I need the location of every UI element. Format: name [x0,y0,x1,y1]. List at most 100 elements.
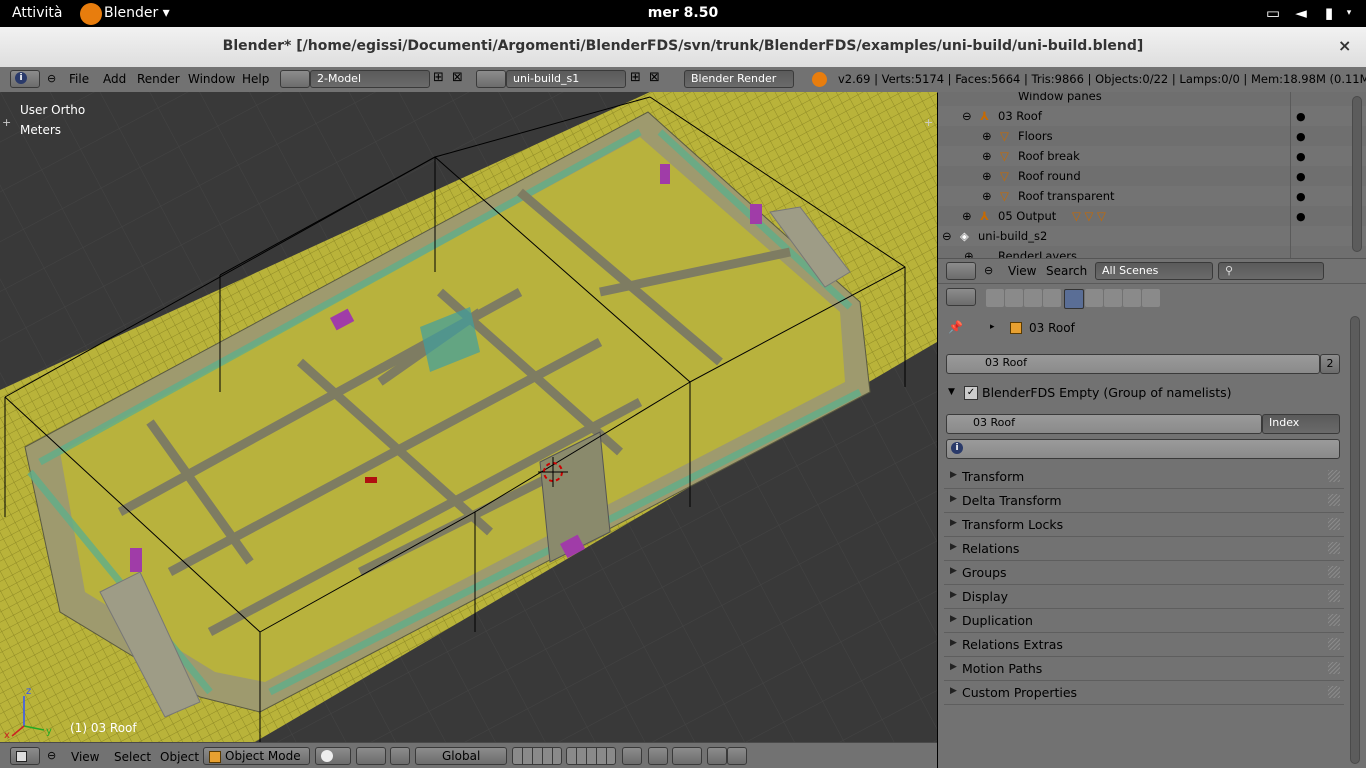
screen-layout-icon[interactable] [280,70,310,88]
tab-physics[interactable] [1142,289,1160,307]
editor-type-button[interactable]: i [10,70,40,88]
menu-view[interactable]: View [1008,264,1036,278]
expand-icon[interactable]: ⊕ [982,189,992,203]
collapse-menu-icon[interactable]: ⊖ [47,72,56,85]
visibility-eye-icon[interactable]: ● [1296,210,1306,223]
panel-transform[interactable]: ▶ Transform [944,466,1344,489]
outliner[interactable]: Window panes ⊖ ⅄ 03 Roof ⊕ ▽ Floors ⊕ ▽ … [938,92,1366,258]
panel-transform-locks[interactable]: ▶ Transform Locks [944,514,1344,537]
expand-icon[interactable]: ⊖ [942,229,952,243]
pin-icon[interactable]: 📌 [948,320,963,334]
editor-type-button[interactable] [10,747,40,765]
drag-grip-icon[interactable] [1328,662,1340,674]
proportional-edit-button[interactable] [648,747,668,765]
visibility-eye-icon[interactable]: ● [1296,110,1306,123]
scene-field[interactable]: uni-build_s1 [506,70,626,88]
drag-grip-icon[interactable] [1328,638,1340,650]
drag-grip-icon[interactable] [1328,566,1340,578]
viewport-scene[interactable]: z y x [0,92,937,742]
visibility-eye-icon[interactable]: ● [1296,170,1306,183]
manipulator-toggle[interactable] [390,747,410,765]
menu-file[interactable]: File [69,72,89,86]
tab-object[interactable] [1064,289,1084,309]
display-icon[interactable]: ▭ [1264,4,1282,22]
panel-custom-properties[interactable]: ▶ Custom Properties [944,682,1344,705]
panel-relations[interactable]: ▶ Relations [944,538,1344,561]
delete-screen-icon[interactable]: ⊠ [452,70,463,85]
users-count[interactable]: 2 [1320,354,1340,374]
expand-icon[interactable]: ⊕ [962,209,972,223]
tab-world[interactable] [1043,289,1061,307]
collapse-menu-icon[interactable]: ⊖ [984,264,993,277]
render-engine-select[interactable]: Blender Render [684,70,794,88]
tab-texture[interactable] [1123,289,1141,307]
namelist-name-field[interactable]: 03 Roof [946,414,1262,434]
panel-delta-transform[interactable]: ▶ Delta Transform [944,490,1344,513]
visibility-eye-icon[interactable]: ● [1296,190,1306,203]
menu-help[interactable]: Help [242,72,269,86]
panel-display[interactable]: ▶ Display [944,586,1344,609]
chevron-down-icon[interactable]: ▾ [1340,4,1358,22]
object-name-field[interactable]: 03 Roof [946,354,1320,374]
add-screen-icon[interactable]: ⊞ [433,70,444,85]
expand-icon[interactable]: ⊕ [982,129,992,143]
tab-modifiers[interactable] [1104,289,1122,307]
drag-grip-icon[interactable] [1328,614,1340,626]
snap-toggle-button[interactable] [672,747,702,765]
transform-orientation-select[interactable]: Global [415,747,507,765]
toolshelf-toggle-icon[interactable]: + [2,116,11,129]
outliner-search-input[interactable]: ⚲ [1218,262,1324,280]
layer-buttons-group-1[interactable] [512,747,562,765]
panel-groups[interactable]: ▶ Groups [944,562,1344,585]
drag-grip-icon[interactable] [1328,494,1340,506]
add-scene-icon[interactable]: ⊞ [630,70,641,85]
render-opengl-button[interactable] [707,747,727,765]
lock-camera-layers-button[interactable] [622,747,642,765]
panel-duplication[interactable]: ▶ Duplication [944,610,1344,633]
expand-icon[interactable]: ⊖ [962,109,972,123]
namelist-info-field[interactable]: i [946,439,1340,459]
drag-grip-icon[interactable] [1328,686,1340,698]
editor-type-button[interactable] [946,262,976,280]
menu-render[interactable]: Render [137,72,180,86]
outliner-scrollbar[interactable] [1352,96,1362,252]
enable-checkbox[interactable]: ✓ [964,386,978,400]
drag-grip-icon[interactable] [1328,518,1340,530]
menu-search[interactable]: Search [1046,264,1087,278]
menu-window[interactable]: Window [188,72,235,86]
menu-add[interactable]: Add [103,72,126,86]
visibility-eye-icon[interactable]: ● [1296,150,1306,163]
mode-select[interactable]: Object Mode [203,747,310,765]
clock[interactable]: mer 8.50 [0,5,1366,21]
render-animation-button[interactable] [727,747,747,765]
expand-icon[interactable]: ⊕ [982,149,992,163]
tab-scene[interactable] [1024,289,1042,307]
drag-grip-icon[interactable] [1328,590,1340,602]
tab-render[interactable] [986,289,1004,307]
screen-layout-field[interactable]: 2-Model [310,70,430,88]
volume-icon[interactable]: ◄ [1292,4,1310,22]
tab-render-layers[interactable] [1005,289,1023,307]
namelist-type-select[interactable]: Index [1262,414,1340,434]
delete-scene-icon[interactable]: ⊠ [649,70,660,85]
menu-object[interactable]: Object [160,750,199,764]
layer-buttons-group-2[interactable] [566,747,616,765]
display-mode-select[interactable]: All Scenes [1095,262,1213,280]
close-button[interactable]: × [1338,36,1351,55]
visibility-eye-icon[interactable]: ● [1296,130,1306,143]
3d-viewport[interactable]: z y x + + User Ortho Meters (1) 03 Roof [0,92,937,742]
panel-relations-extras[interactable]: ▶ Relations Extras [944,634,1344,657]
scene-icon[interactable] [476,70,506,88]
drag-grip-icon[interactable] [1328,470,1340,482]
properties-scrollbar[interactable] [1350,316,1360,764]
blenderfds-panel-header[interactable]: ▼ ✓ BlenderFDS Empty (Group of namelists… [944,382,1344,404]
panel-motion-paths[interactable]: ▶ Motion Paths [944,658,1344,681]
drag-grip-icon[interactable] [1328,542,1340,554]
battery-icon[interactable]: ▮ [1320,4,1338,22]
collapse-menu-icon[interactable]: ⊖ [47,749,56,762]
expand-icon[interactable]: ⊕ [964,249,974,258]
expand-icon[interactable]: ⊕ [982,169,992,183]
tab-constraints[interactable] [1085,289,1103,307]
properties-toggle-icon[interactable]: + [924,116,933,129]
pivot-point-select[interactable] [356,747,386,765]
